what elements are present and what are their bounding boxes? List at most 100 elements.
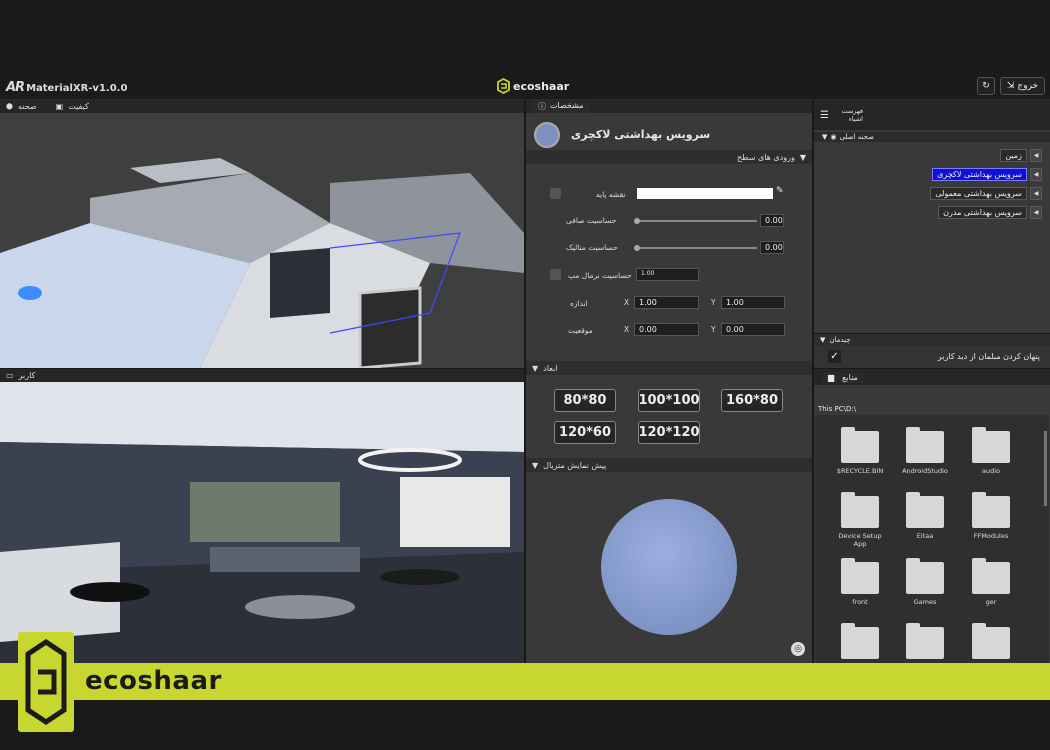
hierarchy-item-standard-bathroom[interactable]: ◀ سرویس بهداشتی معمولی bbox=[930, 186, 1042, 200]
folder-icon bbox=[841, 623, 879, 659]
tab-resources[interactable]: ▆ منابع bbox=[822, 371, 864, 383]
folder-item[interactable]: Eitaa bbox=[900, 492, 950, 540]
eyedropper-icon[interactable]: ✎ bbox=[776, 186, 784, 196]
material-name: سرویس بهداشتی لاکچری bbox=[571, 128, 711, 141]
surface-inputs-header[interactable]: ورودی های سطح ▼ bbox=[526, 150, 812, 164]
dimensions-header[interactable]: ▼ ابعاد bbox=[526, 361, 812, 375]
dimension-button-120x60[interactable]: 120*60 bbox=[554, 421, 616, 444]
reset-button[interactable]: ↻ bbox=[977, 77, 995, 95]
material-preview-sphere[interactable] bbox=[601, 499, 737, 635]
expand-arrow-icon[interactable]: ◀ bbox=[1030, 205, 1042, 219]
hierarchy-item-modern-bathroom[interactable]: ◀ سرویس بهداشتی مدرن bbox=[938, 205, 1042, 219]
banner-brand-name: ecoshaar bbox=[85, 666, 222, 696]
base-map-color-field[interactable] bbox=[637, 188, 773, 199]
expand-arrow-icon[interactable]: ◀ bbox=[1030, 186, 1042, 200]
user-viewport[interactable]: ▭ کاربر bbox=[0, 369, 524, 663]
dimension-button-120x120[interactable]: 120*120 bbox=[638, 421, 700, 444]
properties-tab-label: مشخصات bbox=[550, 101, 584, 110]
scene-label[interactable]: صحنه bbox=[18, 102, 37, 111]
globe-icon[interactable]: ◎ bbox=[791, 642, 805, 656]
size-y-field[interactable]: 1.00 bbox=[721, 296, 785, 309]
base-map-checkbox[interactable] bbox=[550, 188, 561, 199]
quality-icon[interactable]: ▣ bbox=[56, 102, 64, 111]
position-y-field[interactable]: 0.00 bbox=[721, 323, 785, 336]
resources-tab-bar: ▆ منابع bbox=[814, 369, 1050, 385]
refresh-icon: ↻ bbox=[982, 81, 990, 91]
folder-item[interactable]: audio bbox=[966, 427, 1016, 475]
cube-icon[interactable]: ⬢ bbox=[6, 102, 13, 111]
base-map-label: نقشه پایه bbox=[596, 190, 626, 199]
folder-icon bbox=[841, 492, 879, 528]
user-label[interactable]: کاربر bbox=[19, 371, 36, 380]
resources-scrollbar[interactable] bbox=[1044, 431, 1047, 506]
preview-header[interactable]: ▼ پیش نمایش متریال bbox=[526, 458, 812, 472]
layout-label: چیدمان bbox=[829, 336, 851, 344]
folder-name: audio bbox=[981, 467, 1000, 475]
dimension-button-160x80[interactable]: 160*80 bbox=[721, 389, 783, 412]
scene-viewport[interactable]: ⬢ صحنه ▣ کیفیت bbox=[0, 100, 524, 370]
folder-item[interactable]: Device Setup App bbox=[835, 492, 885, 548]
hierarchy-item-luxury-bathroom[interactable]: ◀ سرویس بهداشتی لاکچری bbox=[932, 167, 1042, 181]
folder-item[interactable]: $RECYCLE.BIN bbox=[835, 427, 885, 475]
normal-map-checkbox[interactable] bbox=[550, 269, 561, 280]
hierarchy-list-icon[interactable]: ☰ bbox=[820, 110, 829, 121]
expand-arrow-icon[interactable]: ◀ bbox=[1030, 148, 1042, 162]
hierarchy-root-row[interactable]: ▼ ◉ صحنه اصلی bbox=[814, 132, 1050, 142]
folder-item[interactable]: FFModules bbox=[966, 492, 1016, 540]
folder-icon bbox=[841, 427, 879, 463]
smoothness-value[interactable]: 0.00 bbox=[760, 214, 784, 227]
metallic-label: حساسیت متالیک bbox=[566, 243, 618, 252]
folder-name: AndroidStudio bbox=[902, 467, 948, 475]
folder-name: ger bbox=[985, 598, 997, 606]
exit-button[interactable]: ⇲ خروج bbox=[1000, 77, 1045, 95]
folder-item[interactable] bbox=[966, 623, 1016, 663]
folder-icon bbox=[972, 623, 1010, 659]
scene-3d-view bbox=[0, 113, 524, 370]
expand-arrow-icon[interactable]: ◀ bbox=[1030, 167, 1042, 181]
properties-tab-bar: ⓘ مشخصات bbox=[526, 100, 812, 113]
size-label: اندازه bbox=[570, 299, 588, 308]
position-x-label: X bbox=[624, 325, 630, 334]
scene-door bbox=[358, 286, 422, 370]
user-viewport-header: ▭ کاربر bbox=[0, 369, 524, 382]
folder-name: $RECYCLE.BIN bbox=[836, 467, 884, 475]
dimension-button-100x100[interactable]: 100*100 bbox=[638, 389, 700, 412]
position-x-field[interactable]: 0.00 bbox=[634, 323, 699, 336]
app-title: AR MaterialXR-v1.0.0 bbox=[6, 80, 127, 95]
room-wall-panels bbox=[400, 477, 510, 547]
room-bar-stool bbox=[70, 582, 150, 602]
preview-label: پیش نمایش متریال bbox=[543, 460, 607, 470]
folder-item[interactable]: ger bbox=[966, 558, 1016, 606]
folder-item[interactable]: Games bbox=[900, 558, 950, 606]
folder-icon bbox=[906, 427, 944, 463]
folder-name: Device Setup App bbox=[838, 532, 882, 548]
hierarchy-tab-label[interactable]: فهرست اشیاء bbox=[839, 107, 863, 123]
folder-icon bbox=[972, 492, 1010, 528]
dimension-button-80x80[interactable]: 80*80 bbox=[554, 389, 616, 412]
vr-headset-icon[interactable]: ▭ bbox=[6, 371, 14, 380]
hierarchy-item-ground[interactable]: ◀ زمین bbox=[1000, 148, 1042, 162]
metallic-slider-knob[interactable] bbox=[634, 245, 640, 251]
folder-item[interactable] bbox=[900, 623, 950, 663]
smoothness-slider-knob[interactable] bbox=[634, 218, 640, 224]
folder-item[interactable]: AndroidStudio bbox=[900, 427, 950, 475]
metallic-value[interactable]: 0.00 bbox=[760, 241, 784, 254]
root-collapse-icon: ▼ bbox=[822, 133, 828, 141]
dimensions-label: ابعاد bbox=[543, 363, 558, 373]
folder-item[interactable] bbox=[835, 623, 885, 663]
layout-header[interactable]: ▼ چیدمان bbox=[814, 334, 1050, 346]
resources-path: This PC\D:\ bbox=[818, 405, 857, 413]
folder-item[interactable]: front bbox=[835, 558, 885, 606]
exit-icon: ⇲ bbox=[1006, 81, 1015, 91]
quality-label[interactable]: کیفیت bbox=[68, 102, 89, 111]
scene-camera-marker[interactable] bbox=[18, 286, 42, 300]
normal-map-value[interactable]: 1.00 bbox=[636, 268, 699, 281]
smoothness-slider[interactable] bbox=[637, 220, 757, 222]
banner-logo-block bbox=[18, 632, 74, 732]
surface-inputs-label: ورودی های سطح bbox=[736, 152, 795, 162]
app-version-title: MaterialXR-v1.0.0 bbox=[26, 83, 128, 94]
metallic-slider[interactable] bbox=[637, 247, 757, 249]
tab-properties[interactable]: ⓘ مشخصات bbox=[532, 100, 590, 113]
size-x-field[interactable]: 1.00 bbox=[634, 296, 699, 309]
hide-furniture-checkbox[interactable]: ✓ bbox=[828, 350, 841, 363]
